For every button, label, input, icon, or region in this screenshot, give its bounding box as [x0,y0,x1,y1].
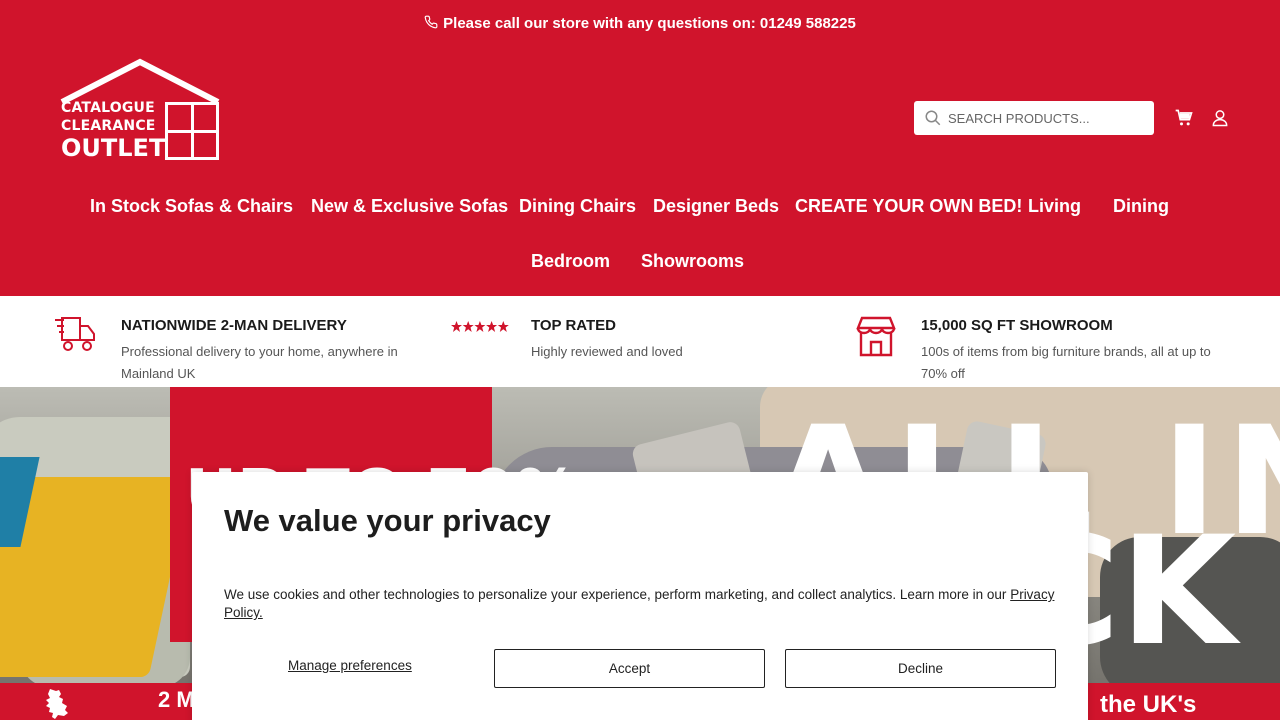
nav-item-dining-chairs[interactable]: Dining Chairs [519,196,636,217]
usp-rated-desc: Highly reviewed and loved [531,344,683,359]
announcement-bar: Please call our store with any questions… [0,15,1280,32]
hero-bottom-text-right: the UK's [1100,691,1197,718]
site-header: Please call our store with any questions… [0,0,1280,296]
nav-item-living[interactable]: Living [1028,196,1081,217]
search-bar[interactable] [914,101,1154,135]
nav-item-designer-beds[interactable]: Designer Beds [653,196,779,217]
storefront-icon [856,316,896,357]
usp-strip: NATIONWIDE 2-MAN DELIVERY Professional d… [0,296,1280,387]
site-logo[interactable]: CATALOGUE CLEARANCE OUTLET [60,58,222,164]
nav-item-create-your-own-bed[interactable]: CREATE YOUR OWN BED! [795,196,1022,217]
nav-item-dining[interactable]: Dining [1113,196,1169,217]
logo-roof-icon [60,58,220,104]
usp-rated-title: TOP RATED [531,317,617,334]
scotland-map-icon [46,689,68,719]
nav-item-new-exclusive-sofas[interactable]: New & Exclusive Sofas [311,196,508,217]
phone-icon [424,15,438,29]
cookie-consent-dialog: We value your privacy We use cookies and… [192,472,1088,720]
delivery-truck-icon [55,317,95,351]
cookie-message: We use cookies and other technologies to… [224,586,1064,622]
accept-button[interactable]: Accept [494,649,765,688]
manage-preferences-link[interactable]: Manage preferences [288,658,412,673]
usp-delivery-title: NATIONWIDE 2-MAN DELIVERY [121,317,347,334]
logo-line-1: CATALOGUE [61,100,155,116]
logo-window-icon [165,102,219,160]
cart-icon[interactable] [1174,108,1194,128]
search-icon[interactable] [924,109,942,127]
usp-showroom-title: 15,000 SQ FT SHOWROOM [921,317,1113,334]
logo-line-3: OUTLET [61,134,166,162]
hero-bottom-text-left: 2 M [158,687,195,712]
account-icon[interactable] [1210,108,1230,128]
decline-button[interactable]: Decline [785,649,1056,688]
announcement-text: Please call our store with any questions… [443,15,856,32]
cookie-message-text: We use cookies and other technologies to… [224,587,1007,602]
nav-item-showrooms[interactable]: Showrooms [641,251,744,272]
usp-delivery-desc: Professional delivery to your home, anyw… [121,344,398,381]
usp-showroom-desc: 100s of items from big furniture brands,… [921,344,1211,381]
nav-item-bedroom[interactable]: Bedroom [531,251,610,272]
nav-item-in-stock-sofas[interactable]: In Stock Sofas & Chairs [90,196,293,217]
five-stars-icon [451,321,509,332]
search-input[interactable] [948,101,1148,135]
logo-line-2: CLEARANCE [61,118,156,134]
cookie-title: We value your privacy [224,503,551,538]
